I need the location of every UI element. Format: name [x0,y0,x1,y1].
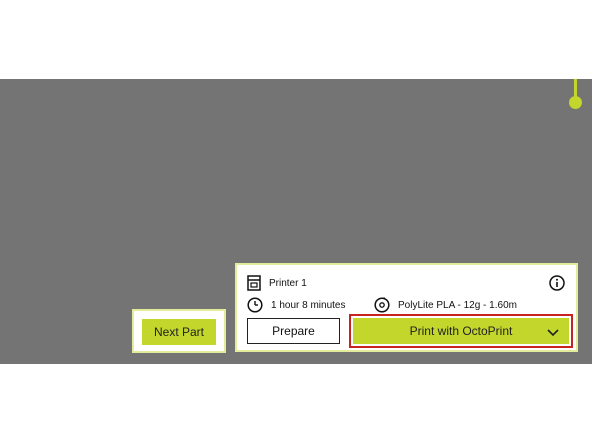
next-part-card: Next Part [132,309,226,353]
print-button-highlight: Print with OctoPrint [349,314,573,348]
print-time: 1 hour 8 minutes [271,299,346,311]
printer-name: Printer 1 [269,277,307,289]
print-with-octoprint-button[interactable]: Print with OctoPrint [353,318,569,344]
print-time-row: 1 hour 8 minutes [247,297,346,313]
clock-icon [247,297,263,313]
chevron-down-icon[interactable] [547,326,559,340]
material-row: PolyLite PLA - 12g - 1.60m [374,297,517,313]
print-panel: Printer 1 1 hour 8 minutes PolyLite PLA … [235,263,578,352]
printer-icon [247,275,261,291]
print-button-label: Print with OctoPrint [409,324,513,338]
layer-slider-handle[interactable] [569,96,582,109]
material-info: PolyLite PLA - 12g - 1.60m [398,299,517,311]
prepare-button[interactable]: Prepare [247,318,340,344]
spool-icon [374,297,390,313]
printer-row: Printer 1 [247,275,307,291]
next-part-button[interactable]: Next Part [142,319,216,345]
info-icon[interactable] [549,275,565,291]
